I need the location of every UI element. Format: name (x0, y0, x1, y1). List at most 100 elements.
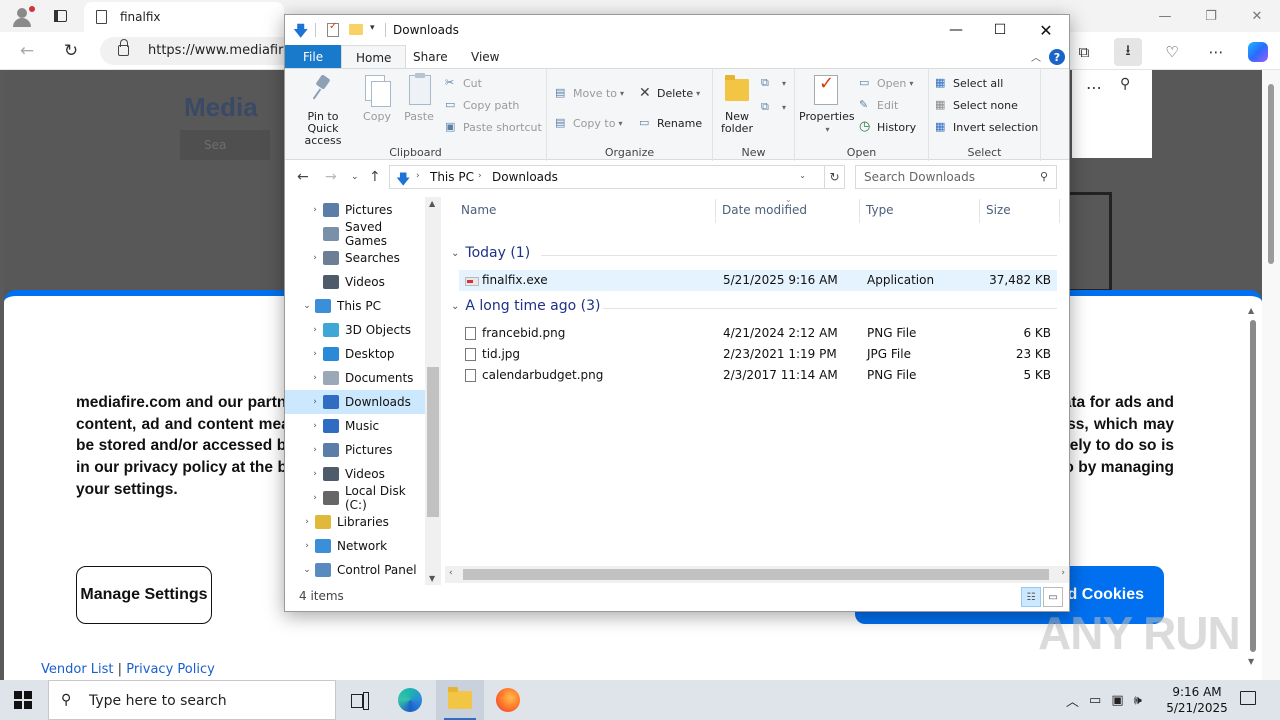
browser-minimize-button[interactable]: — (1142, 0, 1188, 32)
downloads-icon[interactable]: ⭳ (1114, 38, 1142, 66)
select-all-button[interactable]: ▦ Select all (935, 73, 1003, 93)
manage-settings-button[interactable]: Manage Settings (76, 566, 212, 624)
task-view-button[interactable] (336, 680, 384, 720)
panel-pin-icon[interactable]: ⚲ (1120, 76, 1130, 92)
firefox-taskbar-button[interactable] (484, 680, 532, 720)
browser-scrollbar[interactable] (1262, 70, 1280, 680)
properties-qat-icon[interactable] (327, 21, 339, 37)
file-explorer-taskbar-button[interactable] (436, 680, 484, 720)
file-row[interactable]: tid.jpg 2/23/2021 1:19 PM JPG File 23 KB (459, 344, 1057, 365)
battery-icon[interactable]: ▭ (1089, 693, 1101, 708)
collections-icon[interactable]: ⧉ (1070, 38, 1098, 66)
delete-button[interactable]: ✕ Delete ▾ (639, 83, 700, 103)
open-button[interactable]: ▭ Open ▾ (859, 73, 913, 93)
expand-chevron-icon[interactable]: › (307, 205, 323, 215)
paste-button[interactable]: Paste (401, 73, 437, 123)
tab-share[interactable]: Share (399, 45, 462, 69)
new-folder-button[interactable]: New folder (717, 73, 757, 135)
explorer-forward-button[interactable]: → (325, 169, 337, 185)
file-row[interactable]: finalfix.exe 5/21/2025 9:16 AM Applicati… (459, 270, 1057, 291)
nav-item-desktop[interactable]: › Desktop (285, 342, 425, 366)
paste-shortcut-button[interactable]: ▣ Paste shortcut (445, 117, 542, 137)
copy-path-button[interactable]: ▭ Copy path (445, 95, 519, 115)
network-icon[interactable]: ▣ (1111, 693, 1123, 708)
taskbar-clock[interactable]: 9:16 AM 5/21/2025 (1162, 684, 1232, 716)
nav-item-saved-games[interactable]: Saved Games (285, 220, 425, 248)
nav-item-local-disk-c[interactable]: › Local Disk (C:) (285, 484, 425, 512)
column-type[interactable]: Type (866, 203, 894, 229)
large-icons-view-icon[interactable]: ▭ (1043, 587, 1063, 607)
mediafire-search[interactable]: Sea (180, 130, 270, 160)
tab-file[interactable]: File (285, 45, 342, 69)
expand-chevron-icon[interactable]: ⌄ (299, 565, 315, 575)
expand-chevron-icon[interactable]: › (307, 349, 323, 359)
up-button[interactable]: ↑ (369, 169, 381, 185)
edit-button[interactable]: ✎ Edit (859, 95, 898, 115)
browser-close-button[interactable]: ✕ (1234, 0, 1280, 32)
invert-selection-button[interactable]: ▦ Invert selection (935, 117, 1038, 137)
tab-view[interactable]: View (457, 45, 513, 69)
file-list-hscrollbar[interactable]: ‹ › (445, 566, 1069, 583)
help-icon[interactable]: ? (1049, 49, 1065, 65)
rename-button[interactable]: ▭ Rename (639, 113, 702, 133)
nav-item-videos[interactable]: › Videos (285, 462, 425, 486)
nav-item-this-pc[interactable]: ⌄ This PC (285, 294, 425, 318)
expand-chevron-icon[interactable]: › (307, 493, 323, 503)
nav-pane-scrollbar[interactable]: ▲ ▼ (425, 197, 441, 585)
show-hidden-icons[interactable]: ︿ (1066, 691, 1079, 710)
nav-item-libraries[interactable]: › Libraries (285, 510, 425, 534)
consent-scrollbar[interactable]: ▲ ▼ (1248, 306, 1258, 666)
cut-button[interactable]: ✂ Cut (445, 73, 482, 93)
nav-item-pictures[interactable]: › Pictures (285, 198, 425, 222)
privacy-policy-link[interactable]: Privacy Policy (126, 662, 215, 677)
refresh-icon[interactable]: ↻ (825, 165, 845, 189)
nav-item-downloads[interactable]: › Downloads (285, 390, 425, 414)
expand-chevron-icon[interactable]: › (299, 517, 315, 527)
expand-chevron-icon[interactable]: › (299, 541, 315, 551)
taskbar-search-box[interactable]: ⚲ Type here to search (48, 680, 336, 720)
browser-tab[interactable]: finalfix (84, 2, 284, 32)
nav-item-videos[interactable]: Videos (285, 270, 425, 294)
explorer-close-button[interactable]: ✕ (1023, 15, 1069, 45)
expand-chevron-icon[interactable]: › (307, 445, 323, 455)
expand-chevron-icon[interactable]: › (307, 253, 323, 263)
collapse-ribbon-icon[interactable]: ︿ (1031, 49, 1041, 64)
explorer-back-button[interactable]: ← (297, 169, 309, 185)
back-button[interactable]: ← (16, 40, 38, 62)
expand-chevron-icon[interactable]: ⌄ (299, 301, 315, 311)
recent-locations-icon[interactable]: ⌄ (351, 172, 359, 182)
history-button[interactable]: ◷ History (859, 117, 916, 137)
browser-essentials-icon[interactable]: ♡ (1158, 38, 1186, 66)
column-name[interactable]: Name (461, 203, 496, 229)
pin-quick-access-button[interactable]: Pin to Quick access (291, 73, 355, 147)
address-dropdown-icon[interactable]: ⌄ (799, 171, 806, 180)
vendor-list-link[interactable]: Vendor List (41, 662, 114, 677)
nav-item-documents[interactable]: › Documents (285, 366, 425, 390)
details-view-icon[interactable]: ☷ (1021, 587, 1041, 607)
copilot-icon[interactable] (1244, 38, 1272, 66)
tab-home[interactable]: Home (341, 45, 407, 69)
expand-chevron-icon[interactable]: › (307, 421, 323, 431)
column-size[interactable]: Size (986, 203, 1011, 229)
nav-item-3d-objects[interactable]: › 3D Objects (285, 318, 425, 342)
breadcrumb-downloads[interactable]: Downloads (492, 170, 558, 184)
expand-chevron-icon[interactable]: › (307, 397, 323, 407)
properties-button[interactable]: Properties▾ (799, 73, 855, 136)
copy-button[interactable]: Copy (359, 73, 395, 123)
expand-chevron-icon[interactable]: › (307, 373, 323, 383)
nav-item-music[interactable]: › Music (285, 414, 425, 438)
explorer-address-bar[interactable]: 🡇 › This PC › Downloads ⌄ (389, 165, 825, 189)
windows-start-icon[interactable] (14, 691, 32, 709)
profile-icon[interactable] (8, 4, 36, 28)
file-row[interactable]: calendarbudget.png 2/3/2017 11:14 AM PNG… (459, 365, 1057, 386)
nav-item-searches[interactable]: › Searches (285, 246, 425, 270)
expand-chevron-icon[interactable]: › (307, 325, 323, 335)
explorer-minimize-button[interactable]: — (933, 15, 979, 45)
expand-chevron-icon[interactable]: › (307, 469, 323, 479)
tab-actions-icon[interactable] (50, 6, 70, 26)
breadcrumb-this-pc[interactable]: This PC (430, 170, 474, 184)
more-menu-icon[interactable]: ⋯ (1202, 38, 1230, 66)
select-none-button[interactable]: ▦ Select none (935, 95, 1018, 115)
notification-icon[interactable] (1240, 691, 1256, 705)
edge-taskbar-button[interactable] (386, 680, 434, 720)
